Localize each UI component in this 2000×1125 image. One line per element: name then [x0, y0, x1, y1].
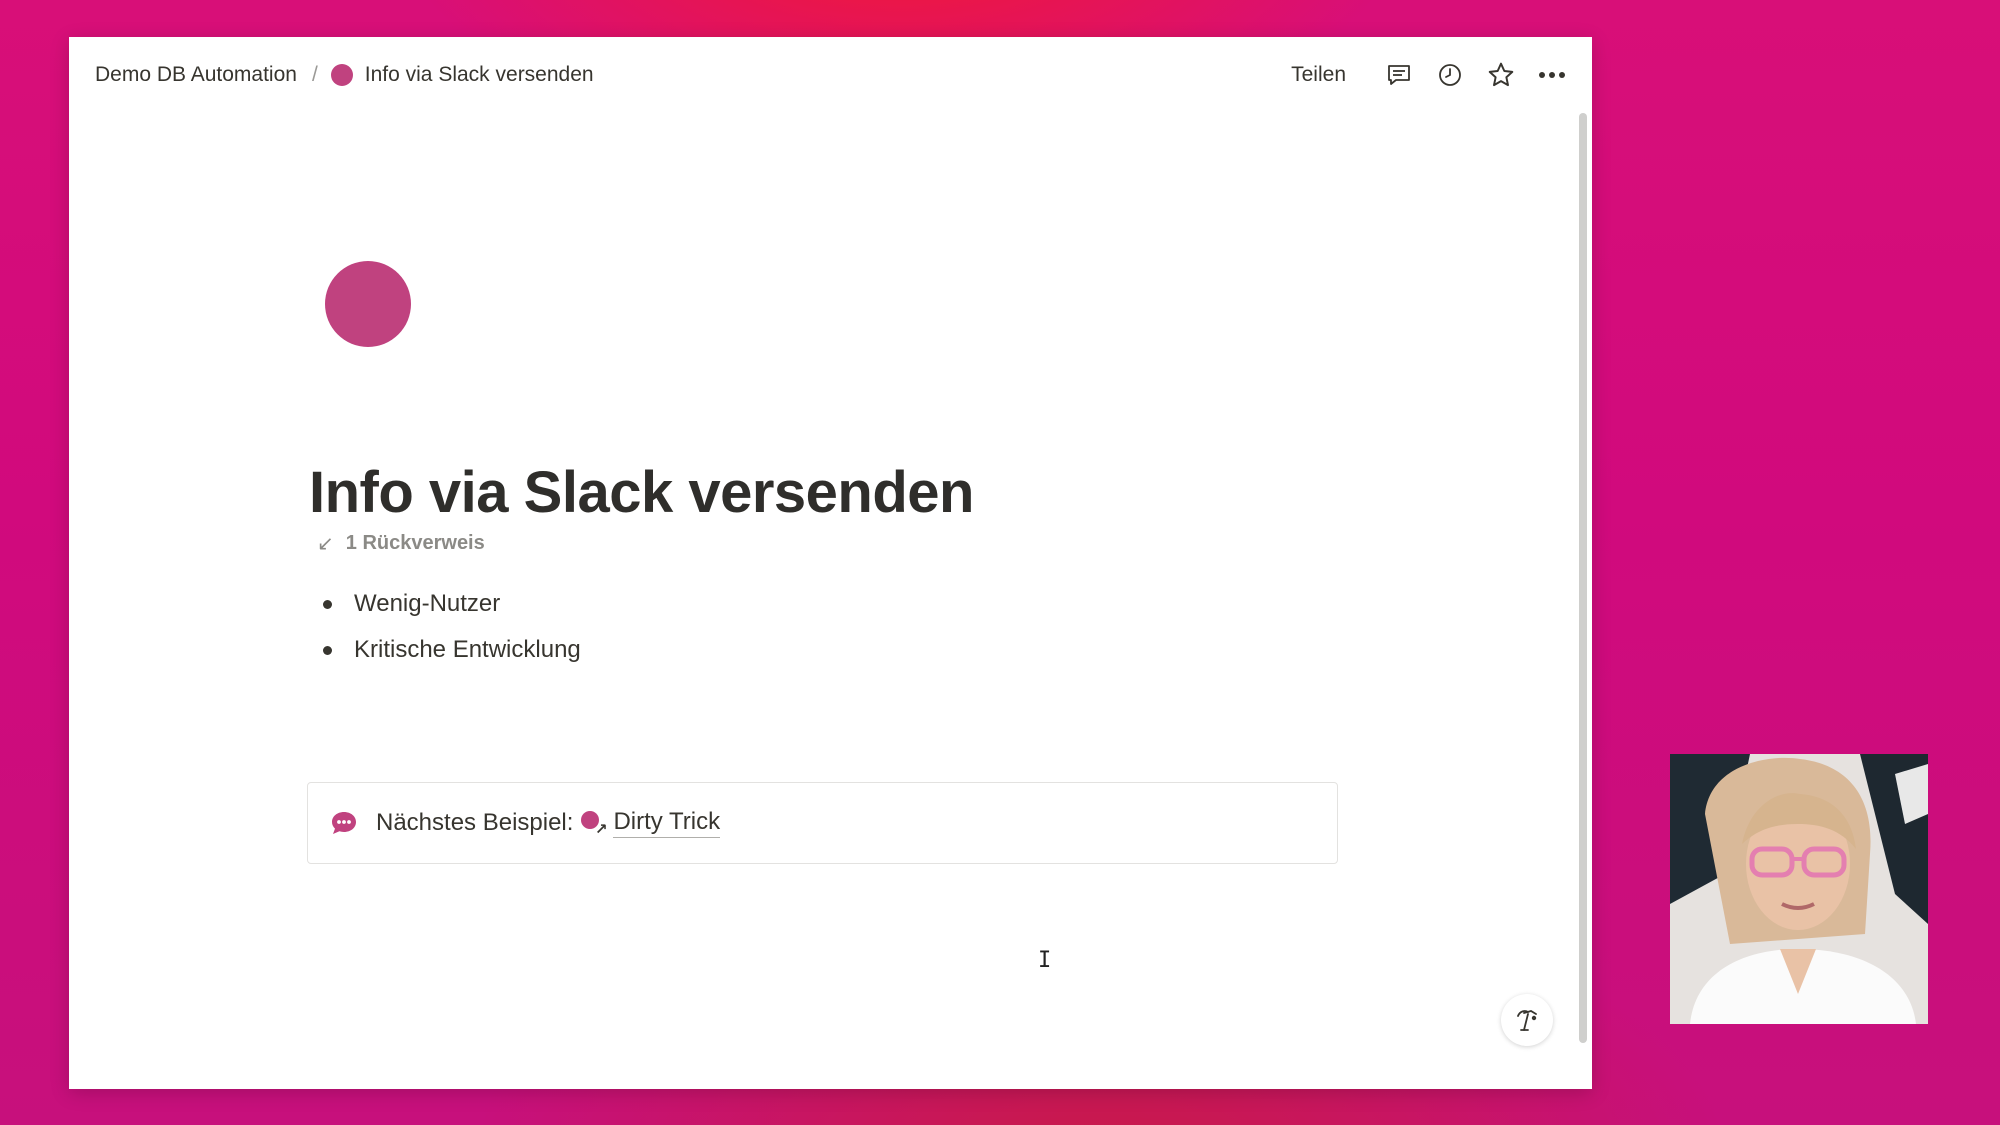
bullet-icon [323, 645, 332, 655]
top-bar: Demo DB Automation / Info via Slack vers… [69, 37, 1592, 113]
history-icon[interactable] [1430, 55, 1470, 95]
backlink-arrow-icon: ↙ [317, 533, 334, 555]
breadcrumb-page-label: Info via Slack versenden [364, 63, 594, 86]
star-icon[interactable] [1481, 55, 1521, 95]
callout-text: Nächstes Beispiel: [376, 809, 574, 836]
mention-label: Dirty Trick [613, 808, 721, 838]
list-item-text: Wenig-Nutzer [354, 590, 501, 617]
page-link-icon: ↗ [581, 810, 607, 837]
list-item[interactable]: Wenig-Nutzer [319, 581, 581, 627]
speech-bubble-icon [330, 810, 358, 836]
breadcrumb-page[interactable]: Info via Slack versenden [330, 63, 594, 87]
backlinks-label: 1 Rückverweis [345, 532, 485, 554]
text-cursor-icon: I [1038, 948, 1052, 973]
more-icon[interactable] [1532, 55, 1572, 95]
share-button[interactable]: Teilen [1291, 63, 1346, 87]
breadcrumb-workspace[interactable]: Demo DB Automation [93, 59, 299, 91]
list-item[interactable]: Kritische Entwicklung [319, 627, 581, 673]
page-icon[interactable] [325, 261, 411, 347]
bullet-icon [323, 599, 332, 609]
page-mention-link[interactable]: ↗ Dirty Trick [581, 808, 721, 838]
page-dot-icon [330, 64, 353, 86]
webcam-video [1670, 754, 1928, 1024]
bullet-list: Wenig-Nutzer Kritische Entwicklung [319, 581, 581, 673]
app-window: Demo DB Automation / Info via Slack vers… [69, 37, 1592, 1089]
breadcrumb: Demo DB Automation / Info via Slack vers… [93, 37, 594, 113]
scrollbar[interactable] [1579, 113, 1587, 1043]
breadcrumb-separator: / [311, 63, 318, 86]
callout-block[interactable]: Nächstes Beispiel: ↗ Dirty Trick [307, 782, 1338, 864]
comment-icon[interactable] [1379, 55, 1419, 95]
list-item-text: Kritische Entwicklung [354, 636, 581, 663]
page-title[interactable]: Info via Slack versenden [309, 459, 974, 526]
backlinks-link[interactable]: ↙ 1 Rückverweis [317, 531, 485, 556]
topbar-actions: Teilen [1291, 37, 1572, 113]
help-button[interactable] [1501, 994, 1553, 1046]
